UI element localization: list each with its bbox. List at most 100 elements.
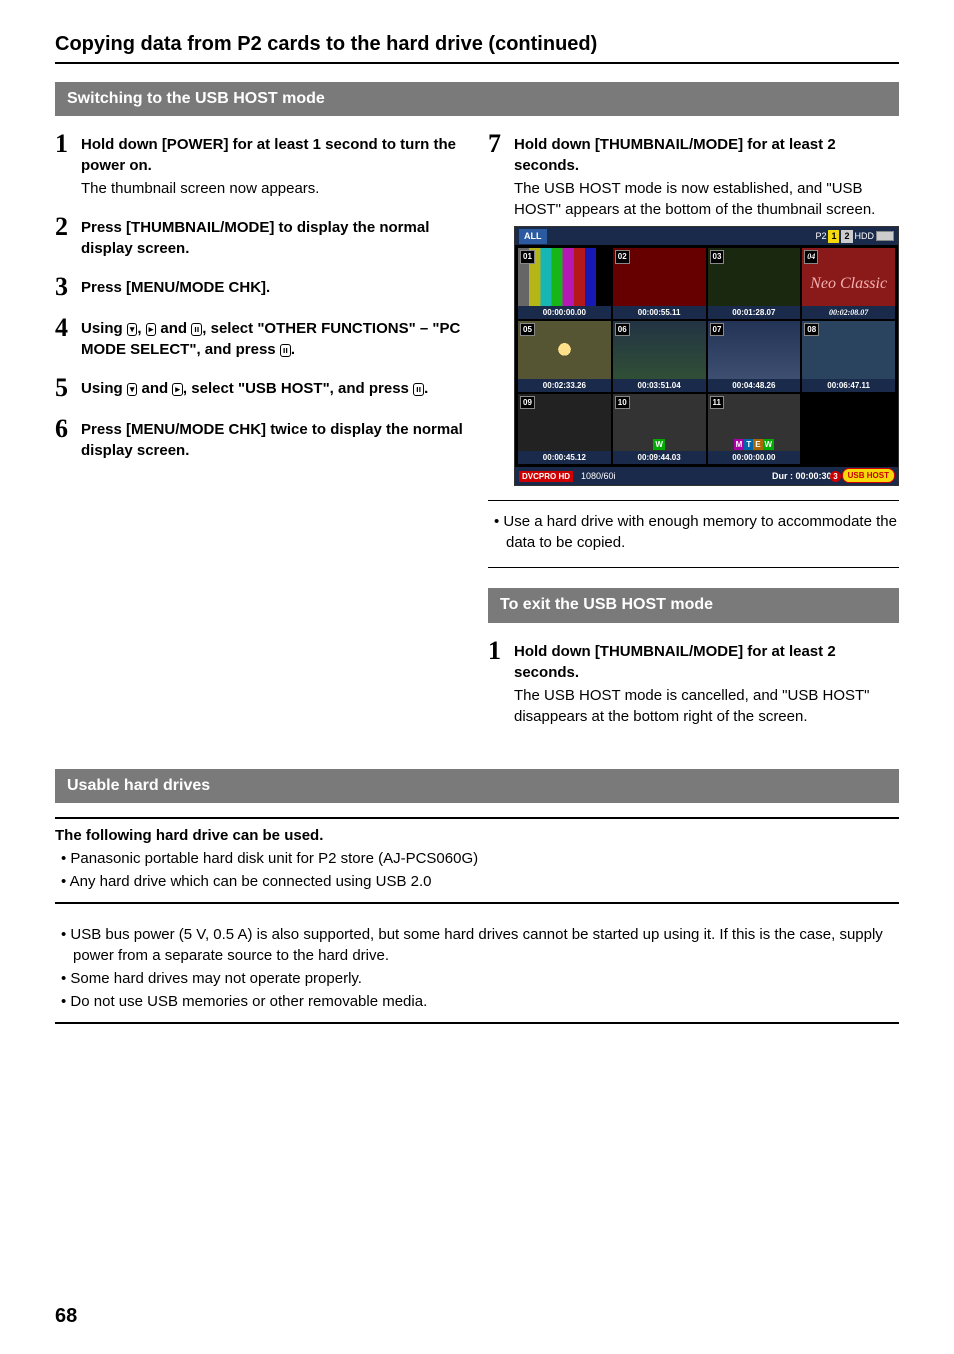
step-number: 1: [55, 130, 81, 157]
list-item: Some hard drives may not operate properl…: [55, 968, 899, 989]
screenshot-bottom-bar: DVCPRO HD 1080/60i Dur : 00:00:30. 3 USB…: [515, 467, 898, 485]
clip-number: 01: [520, 250, 535, 263]
clip-timecode: 00:00:00.00: [708, 451, 801, 464]
mark-badge: T: [744, 439, 753, 450]
step-text: Hold down [POWER] for at least 1 second …: [81, 134, 466, 176]
thumbnail-cell: 0800:06:47.11: [802, 321, 895, 392]
step-number: 7: [488, 130, 514, 157]
clip-number: 02: [615, 250, 630, 263]
note-item: Use a hard drive with enough memory to a…: [488, 511, 899, 553]
left-column: 1 Hold down [POWER] for at least 1 secon…: [55, 130, 466, 475]
clip-timecode: 00:00:00.00: [518, 306, 611, 319]
pause-icon: ıı: [280, 344, 291, 357]
text-part: Using: [81, 380, 127, 397]
thumbnail-cell: [802, 394, 895, 465]
step-number: 5: [55, 374, 81, 401]
hdd-label: HDD: [855, 230, 875, 243]
step-desc: The USB HOST mode is now established, an…: [514, 178, 899, 220]
count-bubble: 3: [830, 471, 841, 482]
all-badge: ALL: [519, 229, 547, 244]
thumbnail-grid: 0100:00:00.000200:00:55.110300:01:28.070…: [515, 245, 898, 467]
step-7: 7 Hold down [THUMBNAIL/MODE] for at leas…: [488, 130, 899, 486]
mark-badge: E: [753, 439, 762, 450]
step-number: 4: [55, 314, 81, 341]
divider: [55, 817, 899, 819]
step-text: Using ▾, ▸ and ıı, select "OTHER FUNCTIO…: [81, 318, 466, 360]
mark-badge: W: [763, 439, 775, 450]
step-5: 5 Using ▾ and ▸, select "USB HOST", and …: [55, 374, 466, 401]
text-part: , select "USB HOST", and press: [183, 380, 413, 397]
text-part: Using: [81, 320, 127, 337]
thumbnail-cell: 04 Neo Classic 00:02:08.07: [802, 248, 895, 319]
clip-number: 11: [710, 396, 724, 409]
thumbnail-cell: 07 00:04:48.26: [708, 321, 801, 392]
slot-1-badge: 1: [828, 230, 839, 243]
p2-label: P2: [815, 230, 826, 243]
list-item: USB bus power (5 V, 0.5 A) is also suppo…: [55, 924, 899, 966]
step-text: Press [THUMBNAIL/MODE] to display the no…: [81, 217, 466, 259]
clip-timecode: 00:02:33.26: [518, 379, 611, 392]
divider: [488, 500, 899, 501]
down-icon: ▾: [127, 383, 138, 396]
step-text: Hold down [THUMBNAIL/MODE] for at least …: [514, 134, 899, 176]
down-icon: ▾: [127, 323, 138, 336]
dvcpro-badge: DVCPRO HD: [519, 471, 573, 482]
page-number: 68: [55, 1302, 77, 1330]
thumbnail-cell: 06 00:03:51.04: [613, 321, 706, 392]
usb-host-badge: USB HOST: [842, 468, 895, 483]
step-6: 6 Press [MENU/MODE CHK] twice to display…: [55, 415, 466, 461]
divider: [55, 1022, 899, 1024]
clip-number: 08: [804, 323, 819, 336]
clip-number: 10: [615, 396, 630, 409]
step-text: Press [MENU/MODE CHK] twice to display t…: [81, 419, 466, 461]
pause-icon: ıı: [413, 383, 424, 396]
divider: [488, 567, 899, 568]
right-icon: ▸: [146, 323, 157, 336]
mark-badge: M: [734, 439, 745, 450]
thumbnail-cell: 0900:00:45.12: [518, 394, 611, 465]
clip-marks: MTEW: [708, 439, 801, 450]
clip-number: 06: [615, 323, 630, 336]
clip-timecode: 00:01:28.07: [708, 306, 801, 319]
step-1: 1 Hold down [POWER] for at least 1 secon…: [55, 130, 466, 199]
clip-number: 04: [804, 250, 818, 263]
step-text: Hold down [THUMBNAIL/MODE] for at least …: [514, 641, 899, 683]
clip-timecode: 00:04:48.26: [708, 379, 801, 392]
right-icon: ▸: [172, 383, 183, 396]
list-item: Do not use USB memories or other removab…: [55, 991, 899, 1012]
hdd-icon: [876, 231, 894, 241]
clip-marks: W: [613, 439, 706, 450]
step-desc: The USB HOST mode is cancelled, and "USB…: [514, 685, 899, 727]
clip-timecode: 00:03:51.04: [613, 379, 706, 392]
thumbnail-screenshot: ALL P2 1 2 HDD 01 00:00:00.00 02 00:00:55.1…: [514, 226, 899, 486]
thumbnail-cell: 01 00:00:00.00: [518, 248, 611, 319]
right-column: 7 Hold down [THUMBNAIL/MODE] for at leas…: [488, 130, 899, 740]
step-number: 3: [55, 273, 81, 300]
step-2: 2 Press [THUMBNAIL/MODE] to display the …: [55, 213, 466, 259]
text-part: ,: [137, 320, 145, 337]
text-part: .: [424, 380, 428, 397]
page-title: Copying data from P2 cards to the hard d…: [55, 30, 899, 64]
clip-timecode: 00:00:55.11: [613, 306, 706, 319]
slot-2-badge: 2: [841, 230, 852, 243]
thumbnail-cell: 02 00:00:55.11: [613, 248, 706, 319]
text-part: .: [291, 341, 295, 358]
usable-header: The following hard drive can be used.: [55, 825, 899, 846]
thumbnail-cell: 0500:02:33.26: [518, 321, 611, 392]
clip-timecode: 00:09:44.03: [613, 451, 706, 464]
list-item: Any hard drive which can be connected us…: [55, 871, 899, 892]
section-bar-switching: Switching to the USB HOST mode: [55, 82, 899, 116]
clip-number: 07: [710, 323, 725, 336]
section-bar-usable: Usable hard drives: [55, 769, 899, 803]
pause-icon: ıı: [191, 323, 202, 336]
duration-label: Dur : 00:00:30.: [772, 470, 834, 483]
list-item: Panasonic portable hard disk unit for P2…: [55, 848, 899, 869]
step-text: Press [MENU/MODE CHK].: [81, 277, 466, 298]
clip-title: Neo Classic: [810, 273, 887, 295]
usable-notes-list: USB bus power (5 V, 0.5 A) is also suppo…: [55, 924, 899, 1012]
clip-timecode: 00:02:08.07: [802, 306, 895, 319]
format-label: 1080/60i: [581, 470, 616, 483]
text-part: and: [137, 380, 172, 397]
clip-number: 09: [520, 396, 535, 409]
step-3: 3 Press [MENU/MODE CHK].: [55, 273, 466, 300]
